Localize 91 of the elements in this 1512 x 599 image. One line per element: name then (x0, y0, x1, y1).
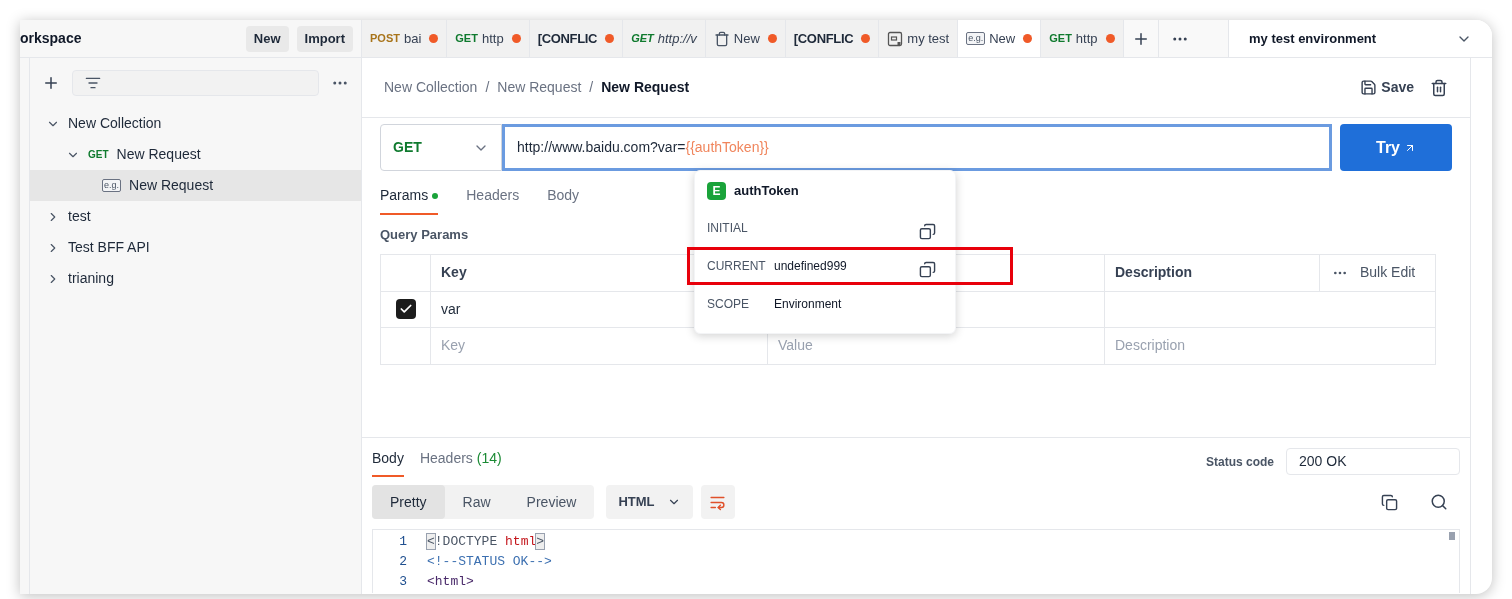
breadcrumb-separator: / (589, 78, 594, 97)
code-line: <!--STATUS OK--> (427, 553, 552, 571)
breadcrumb-item: New Request (601, 78, 690, 97)
field-label: SCOPE (707, 295, 750, 313)
tab-label: New (989, 29, 1016, 48)
method-label: POST (370, 31, 400, 47)
section-title: Query Params (380, 226, 469, 244)
line-number: 1 (398, 533, 408, 551)
request-tab[interactable]: POST bai (362, 20, 448, 57)
tab-label: New (733, 29, 760, 48)
request-tab[interactable]: my test (879, 20, 959, 57)
header-button[interactable]: New (245, 25, 289, 52)
bucket-icon (713, 30, 730, 47)
field-value: undefined999 (774, 257, 847, 275)
breadcrumb-item[interactable]: New Request (497, 77, 582, 98)
header-button[interactable]: Import (296, 25, 353, 52)
line-number: 2 (398, 553, 408, 571)
tree-item[interactable]: test (30, 201, 361, 232)
view-option[interactable]: Pretty (372, 485, 445, 519)
item-label: New Request (116, 145, 201, 164)
check-icon (398, 302, 413, 316)
item-label: Test BFF API (68, 238, 150, 257)
method-label: GET (88, 148, 109, 162)
request-tab[interactable]: GET http (1041, 20, 1124, 57)
column-header: Description (1105, 254, 1320, 291)
send-button[interactable]: Try (1340, 124, 1452, 171)
item-label: New Request (129, 176, 214, 195)
url-field[interactable]: http://www.baidu.com?var={{authToken}} (502, 124, 1332, 171)
request-tab[interactable]: Params (380, 185, 439, 215)
request-tab[interactable]: [CONFLIC (529, 20, 624, 57)
bulk-edit-link[interactable]: Bulk Edit (1360, 262, 1416, 283)
item-label: New Collection (68, 114, 162, 133)
variable-name: authToken (734, 182, 799, 200)
tab-label: http://v (657, 29, 697, 48)
environment-icon (887, 30, 904, 47)
example-icon: e.g. (966, 32, 986, 45)
status-field: 200 OK (1286, 448, 1460, 475)
copy-icon[interactable] (919, 261, 936, 278)
environment-badge: E (707, 181, 726, 200)
view-option[interactable]: Raw (444, 485, 509, 519)
method-label: GET (631, 31, 654, 47)
copy-icon[interactable] (919, 223, 936, 240)
copy-icon[interactable] (1381, 493, 1398, 511)
example-icon: e.g. (102, 179, 121, 192)
method-select[interactable]: GET (380, 124, 502, 171)
add-icon[interactable] (42, 74, 60, 92)
tree-item[interactable]: GET New Request (30, 139, 361, 170)
wrap-button[interactable] (700, 485, 735, 519)
request-tab[interactable]: GET http (447, 20, 530, 57)
item-label: trianing (68, 269, 114, 288)
code-line: <html> (427, 573, 474, 591)
method-label: GET (1049, 31, 1072, 47)
request-tab[interactable]: GET http://v (623, 20, 706, 57)
delete-icon[interactable] (1430, 78, 1448, 97)
tab-label: bai (403, 29, 422, 48)
tree-item[interactable]: trianing (30, 263, 361, 294)
tab-label: http (1075, 29, 1098, 48)
save-button[interactable]: Save (1360, 77, 1414, 98)
filter-icon (85, 75, 101, 91)
request-tab[interactable]: [CONFLIC (785, 20, 880, 57)
item-label: test (68, 207, 91, 226)
tree-item[interactable]: New Collection (30, 108, 361, 139)
search-icon[interactable] (1430, 493, 1448, 511)
description-field[interactable]: Description (1105, 327, 1435, 364)
breadcrumb-item[interactable]: New Collection (384, 77, 478, 98)
save-icon (1360, 79, 1378, 96)
request-tab[interactable]: New (705, 20, 786, 57)
tab-label: [CONFLIC (537, 29, 598, 48)
tab-label: my test (907, 29, 950, 48)
response-tab[interactable]: Body (372, 446, 404, 477)
method-label: GET (455, 31, 478, 47)
format-select[interactable]: HTML (606, 485, 693, 519)
request-tab[interactable]: e.g. New (958, 20, 1042, 57)
response-tab[interactable]: Headers (14) (419, 446, 502, 477)
line-number: 3 (398, 573, 408, 591)
scrollbar-thumb (1449, 532, 1455, 540)
row-checkbox[interactable] (395, 299, 416, 319)
tree-item[interactable]: e.g. New Request (30, 170, 361, 201)
field-label: CURRENT (707, 257, 767, 275)
request-tab[interactable]: Body (547, 185, 580, 215)
tab-label: [CONFLIC (793, 29, 854, 48)
view-option[interactable]: Preview (508, 485, 595, 519)
status-label: Status code (1206, 453, 1274, 471)
tree-item[interactable]: Test BFF API (30, 232, 361, 263)
field-value: Environment (774, 295, 842, 313)
request-tab[interactable]: Headers (466, 185, 520, 215)
workspace-title: orkspace (20, 29, 82, 48)
filter-field[interactable] (72, 70, 319, 96)
tab-label: http (481, 29, 504, 48)
field-label: INITIAL (707, 219, 749, 237)
breadcrumb-separator: / (485, 78, 490, 97)
